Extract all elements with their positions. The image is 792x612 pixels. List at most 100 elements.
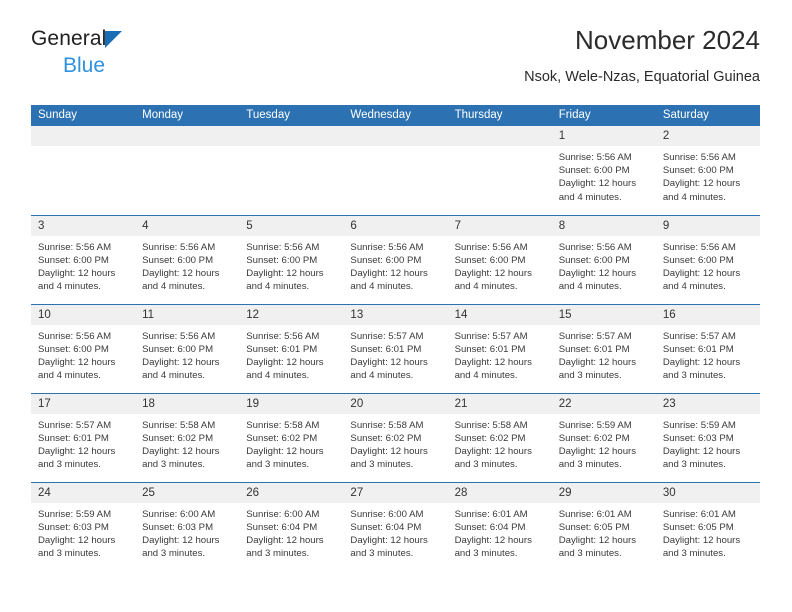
day-cell[interactable]: 2 Sunrise: 5:56 AM Sunset: 6:00 PM Daylig… (655, 126, 760, 215)
day-details: Sunrise: 6:00 AM Sunset: 6:04 PM Dayligh… (246, 508, 324, 560)
brand-logo[interactable]: General Blue (31, 28, 261, 88)
day-details: Sunrise: 5:59 AM Sunset: 6:03 PM Dayligh… (662, 419, 741, 471)
day-details (135, 146, 239, 151)
brand-blue-text: Blue (63, 54, 106, 77)
day-number: 27 (343, 482, 448, 503)
day-cell[interactable]: 11 Sunrise: 5:56 AM Sunset: 6:00 PM Dayli… (135, 303, 240, 393)
day-number: 22 (551, 393, 656, 414)
day-cell[interactable] (447, 126, 552, 215)
day-details: Sunrise: 5:56 AM Sunset: 6:00 PM Dayligh… (454, 241, 532, 293)
calendar-page: General Blue November 2024 Nsok, Wele-Nz… (0, 0, 792, 612)
day-number: 15 (551, 304, 656, 325)
day-number: 2 (655, 126, 760, 146)
day-cell[interactable]: 14 Sunrise: 5:57 AM Sunset: 6:01 PM Dayli… (447, 303, 552, 393)
day-number: 21 (447, 393, 552, 414)
day-details: Sunrise: 5:56 AM Sunset: 6:00 PM Dayligh… (38, 241, 116, 293)
day-number: 11 (135, 304, 240, 325)
day-details: Sunrise: 5:57 AM Sunset: 6:01 PM Dayligh… (662, 330, 741, 382)
day-details: Sunrise: 5:57 AM Sunset: 6:01 PM Dayligh… (350, 330, 428, 382)
day-number: 5 (239, 215, 344, 236)
day-number: 10 (31, 304, 136, 325)
day-number: 13 (343, 304, 448, 325)
day-cell[interactable]: 19 Sunrise: 5:58 AM Sunset: 6:02 PM Dayli… (239, 392, 344, 482)
day-cell[interactable]: 15 Sunrise: 5:57 AM Sunset: 6:01 PM Dayli… (551, 303, 656, 393)
day-cell[interactable] (343, 126, 448, 215)
day-cell[interactable]: 24 Sunrise: 5:59 AM Sunset: 6:03 PM Dayli… (31, 481, 136, 571)
day-number (135, 126, 240, 146)
weekday-header-tuesday: Tuesday (239, 105, 344, 126)
day-number: 23 (655, 393, 760, 414)
day-details: Sunrise: 5:59 AM Sunset: 6:02 PM Dayligh… (558, 419, 637, 471)
week-row: 1 Sunrise: 5:56 AM Sunset: 6:00 PM Daylig… (31, 126, 760, 215)
day-cell[interactable]: 30 Sunrise: 6:01 AM Sunset: 6:05 PM Dayli… (655, 481, 760, 571)
day-cell[interactable] (31, 126, 136, 215)
day-details: Sunrise: 6:01 AM Sunset: 6:05 PM Dayligh… (662, 508, 741, 560)
day-details: Sunrise: 5:56 AM Sunset: 6:00 PM Dayligh… (662, 152, 741, 203)
day-details (343, 146, 447, 151)
day-number: 20 (343, 393, 448, 414)
day-details: Sunrise: 5:58 AM Sunset: 6:02 PM Dayligh… (246, 419, 324, 471)
day-details: Sunrise: 6:01 AM Sunset: 6:04 PM Dayligh… (454, 508, 532, 560)
day-number: 3 (31, 215, 136, 236)
day-cell[interactable]: 6 Sunrise: 5:56 AM Sunset: 6:00 PM Daylig… (343, 214, 448, 304)
page-header: General Blue November 2024 Nsok, Wele-Nz… (31, 24, 760, 96)
day-cell[interactable]: 5 Sunrise: 5:56 AM Sunset: 6:00 PM Daylig… (239, 214, 344, 304)
day-details (31, 146, 135, 151)
title-block: November 2024 Nsok, Wele-Nzas, Equatoria… (524, 24, 760, 87)
calendar-body: 1 Sunrise: 5:56 AM Sunset: 6:00 PM Daylig… (31, 126, 760, 571)
day-number: 1 (551, 126, 656, 146)
day-number: 26 (239, 482, 344, 503)
day-cell[interactable]: 28 Sunrise: 6:01 AM Sunset: 6:04 PM Dayli… (447, 481, 552, 571)
day-details: Sunrise: 5:56 AM Sunset: 6:00 PM Dayligh… (350, 241, 428, 293)
day-cell[interactable]: 23 Sunrise: 5:59 AM Sunset: 6:03 PM Dayli… (655, 392, 760, 482)
week-row: 3 Sunrise: 5:56 AM Sunset: 6:00 PM Daylig… (31, 214, 760, 304)
day-cell[interactable]: 26 Sunrise: 6:00 AM Sunset: 6:04 PM Dayli… (239, 481, 344, 571)
day-cell[interactable] (239, 126, 344, 215)
brand-general-text: General (31, 27, 107, 50)
day-cell[interactable]: 25 Sunrise: 6:00 AM Sunset: 6:03 PM Dayli… (135, 481, 240, 571)
day-number: 4 (135, 215, 240, 236)
day-details: Sunrise: 5:57 AM Sunset: 6:01 PM Dayligh… (558, 330, 637, 382)
day-cell[interactable]: 7 Sunrise: 5:56 AM Sunset: 6:00 PM Daylig… (447, 214, 552, 304)
day-number: 19 (239, 393, 344, 414)
day-number (239, 126, 344, 146)
day-details: Sunrise: 5:58 AM Sunset: 6:02 PM Dayligh… (142, 419, 220, 471)
day-cell[interactable]: 10 Sunrise: 5:56 AM Sunset: 6:00 PM Dayli… (31, 303, 136, 393)
weekday-header-thursday: Thursday (447, 105, 552, 126)
day-details: Sunrise: 5:57 AM Sunset: 6:01 PM Dayligh… (454, 330, 532, 382)
day-details: Sunrise: 6:00 AM Sunset: 6:03 PM Dayligh… (142, 508, 220, 560)
day-cell[interactable]: 4 Sunrise: 5:56 AM Sunset: 6:00 PM Daylig… (135, 214, 240, 304)
day-details: Sunrise: 5:57 AM Sunset: 6:01 PM Dayligh… (38, 419, 116, 471)
day-number: 25 (135, 482, 240, 503)
day-cell[interactable]: 9 Sunrise: 5:56 AM Sunset: 6:00 PM Daylig… (655, 214, 760, 304)
day-number (31, 126, 136, 146)
day-cell[interactable]: 22 Sunrise: 5:59 AM Sunset: 6:02 PM Dayli… (551, 392, 656, 482)
day-cell[interactable]: 20 Sunrise: 5:58 AM Sunset: 6:02 PM Dayli… (343, 392, 448, 482)
day-cell[interactable]: 17 Sunrise: 5:57 AM Sunset: 6:01 PM Dayli… (31, 392, 136, 482)
day-cell[interactable]: 3 Sunrise: 5:56 AM Sunset: 6:00 PM Daylig… (31, 214, 136, 304)
day-details: Sunrise: 5:56 AM Sunset: 6:01 PM Dayligh… (246, 330, 324, 382)
day-cell[interactable]: 16 Sunrise: 5:57 AM Sunset: 6:01 PM Dayli… (655, 303, 760, 393)
day-number: 24 (31, 482, 136, 503)
day-cell[interactable]: 12 Sunrise: 5:56 AM Sunset: 6:01 PM Dayli… (239, 303, 344, 393)
day-details: Sunrise: 5:56 AM Sunset: 6:00 PM Dayligh… (662, 241, 741, 293)
day-number: 29 (551, 482, 656, 503)
day-cell[interactable]: 18 Sunrise: 5:58 AM Sunset: 6:02 PM Dayli… (135, 392, 240, 482)
day-number: 16 (655, 304, 760, 325)
day-cell[interactable]: 21 Sunrise: 5:58 AM Sunset: 6:02 PM Dayli… (447, 392, 552, 482)
page-subtitle: Nsok, Wele-Nzas, Equatorial Guinea (524, 69, 760, 85)
day-cell[interactable] (135, 126, 240, 215)
day-details: Sunrise: 5:56 AM Sunset: 6:00 PM Dayligh… (38, 330, 116, 382)
weekday-header-friday: Friday (551, 105, 656, 126)
day-cell[interactable]: 13 Sunrise: 5:57 AM Sunset: 6:01 PM Dayli… (343, 303, 448, 393)
day-cell[interactable]: 8 Sunrise: 5:56 AM Sunset: 6:00 PM Daylig… (551, 214, 656, 304)
day-cell[interactable]: 1 Sunrise: 5:56 AM Sunset: 6:00 PM Daylig… (551, 126, 656, 215)
day-details: Sunrise: 5:56 AM Sunset: 6:00 PM Dayligh… (142, 241, 220, 293)
day-details: Sunrise: 5:56 AM Sunset: 6:00 PM Dayligh… (558, 241, 637, 293)
brand-name-line1: General (31, 28, 261, 52)
day-cell[interactable]: 27 Sunrise: 6:00 AM Sunset: 6:04 PM Dayli… (343, 481, 448, 571)
day-number (343, 126, 448, 146)
day-details: Sunrise: 6:01 AM Sunset: 6:05 PM Dayligh… (558, 508, 637, 560)
weekday-header-saturday: Saturday (655, 105, 760, 126)
day-cell[interactable]: 29 Sunrise: 6:01 AM Sunset: 6:05 PM Dayli… (551, 481, 656, 571)
